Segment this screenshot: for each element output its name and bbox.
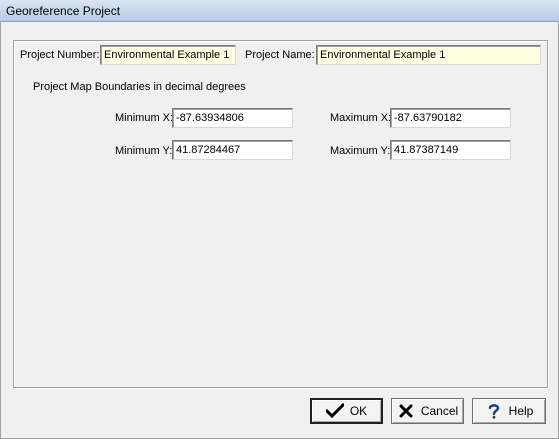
max-y-label: Maximum Y: <box>330 145 391 157</box>
project-number-label: Project Number: <box>20 49 100 61</box>
cancel-label: Cancel <box>420 404 459 418</box>
project-number-field[interactable]: Environmental Example 1 <box>100 45 236 65</box>
title-bar[interactable]: Georeference Project <box>0 0 559 22</box>
min-y-field[interactable]: 41.87284467 <box>172 140 293 160</box>
question-mark-icon <box>485 402 503 420</box>
project-name-field[interactable]: Environmental Example 1 <box>316 45 541 65</box>
checkmark-icon <box>325 402 344 420</box>
project-name-label: Project Name: <box>245 49 315 61</box>
window-title: Georeference Project <box>6 4 121 18</box>
max-x-field[interactable]: -87.63790182 <box>390 108 511 128</box>
help-button[interactable]: Help <box>472 398 546 424</box>
min-x-field[interactable]: -87.63934806 <box>172 108 293 128</box>
help-label: Help <box>508 404 534 418</box>
min-x-label: Minimum X: <box>115 112 174 124</box>
max-y-field[interactable]: 41.87387149 <box>390 140 511 160</box>
dialog-body: Project Number: Environmental Example 1 … <box>0 22 559 439</box>
ok-label: OK <box>349 404 368 418</box>
max-x-label: Maximum X: <box>330 112 392 124</box>
x-icon <box>397 402 415 420</box>
boundaries-heading: Project Map Boundaries in decimal degree… <box>33 81 246 93</box>
cancel-button[interactable]: Cancel <box>391 398 464 424</box>
ok-button[interactable]: OK <box>310 398 383 424</box>
min-y-label: Minimum Y: <box>115 145 173 157</box>
